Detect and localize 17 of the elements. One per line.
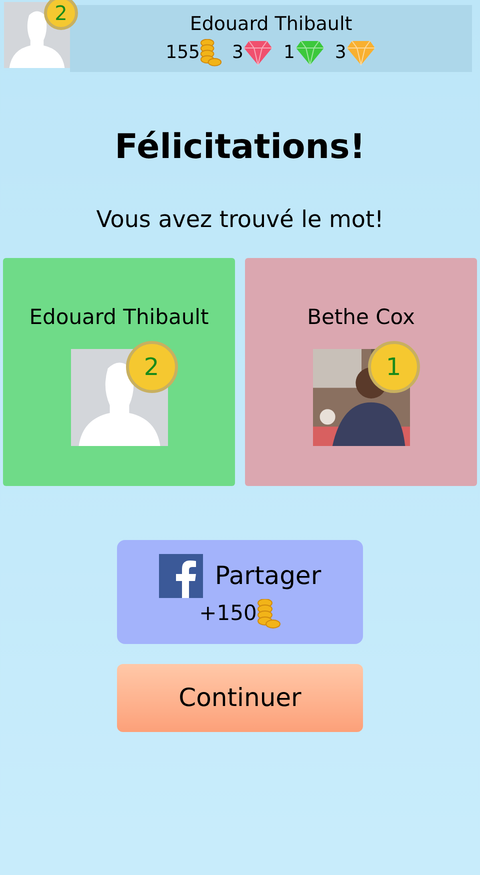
- continue-button[interactable]: Continuer: [117, 664, 363, 732]
- currency-amount: 3: [334, 41, 346, 66]
- coins-icon: [200, 38, 222, 67]
- coins-icon: [256, 598, 281, 628]
- level-badge: 2: [126, 341, 178, 393]
- facebook-icon: [158, 554, 203, 598]
- reward-amount: +150: [199, 600, 257, 627]
- share-button[interactable]: Partager +150: [117, 540, 363, 644]
- level-badge: 1: [368, 341, 420, 393]
- player-name: Bethe Cox: [307, 304, 415, 330]
- message: Vous avez trouvé le mot!: [96, 206, 384, 235]
- currency-amount: 1: [283, 41, 295, 66]
- player-name: Edouard Thibault: [190, 12, 352, 38]
- currency-amount: 3: [232, 41, 244, 66]
- title: Félicitations!: [114, 126, 366, 169]
- currency-amount: 155: [166, 41, 200, 66]
- player-name: Edouard Thibault: [29, 304, 209, 330]
